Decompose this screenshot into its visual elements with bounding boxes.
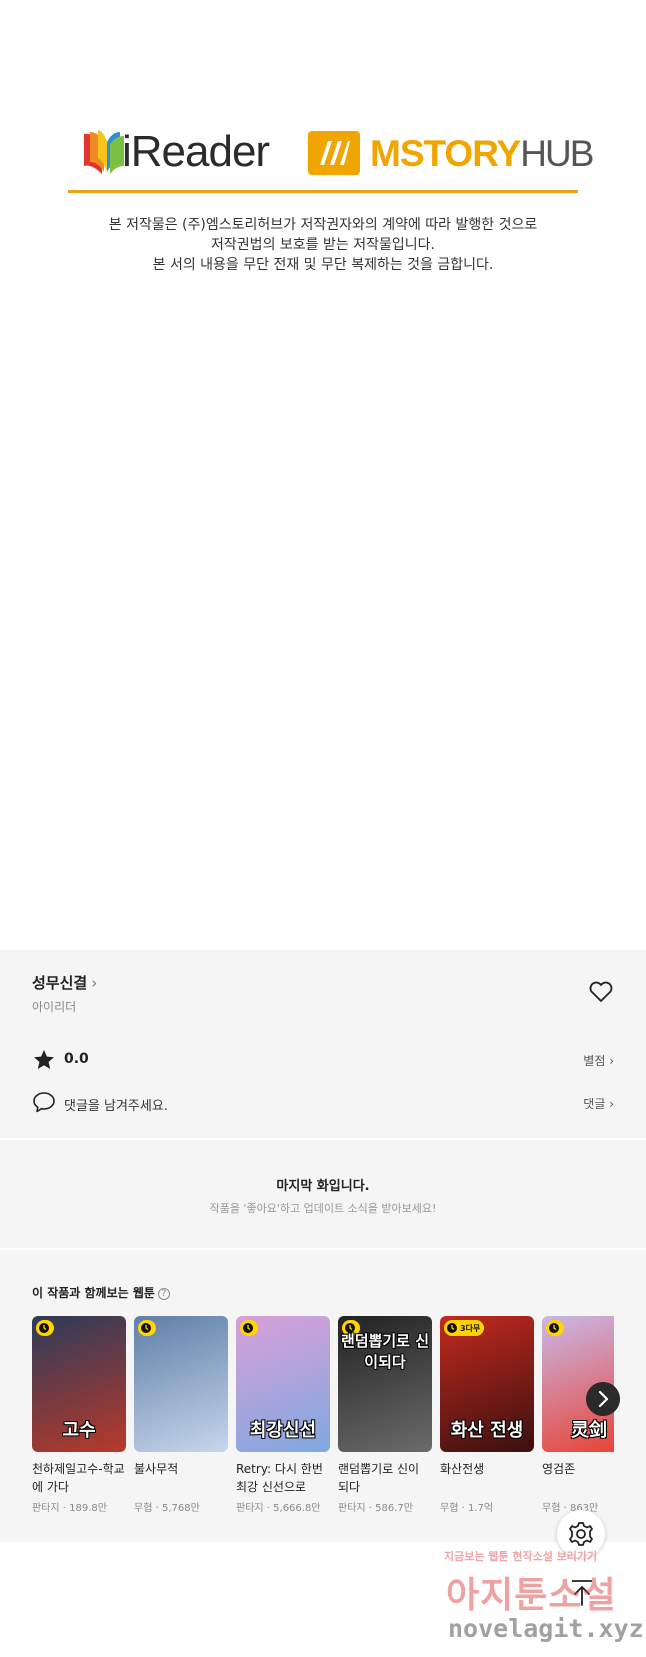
cover-title-art: 고수 [62,1420,96,1441]
rating-link[interactable]: 별점 › [583,1052,614,1069]
clock-icon [549,1323,559,1333]
recommendation-card[interactable]: 불사무적무협 · 5,768만 [134,1316,228,1514]
rating-row: 0.0 별점 › [32,1048,614,1072]
card-meta: 무협 · 5,768만 [134,1499,228,1514]
notice-line: 본 저작물은 (주)엠스토리허브가 저작권자와의 계약에 따라 발행한 것으로 [108,217,538,233]
recommendations-section: 이 작품과 함께보는 웹툰? 고수천하제일고수-학교에 가다판타지 · 189.… [0,1250,646,1542]
card-title: 천하제일고수-학교에 가다 [32,1462,125,1494]
watermark-caption: 지금보는 웹툰 현작소설 보러가기 [444,1550,598,1563]
watermark-title: 아지툰소설 [446,1575,617,1616]
recommendation-card[interactable]: 최강신선 Retry: 다시 한번 최강 신선으로판타지 · 5,666.8만 [236,1316,330,1514]
author-name: 아이리더 [32,1000,77,1014]
chevron-right-icon[interactable] [586,1382,620,1416]
meta-separator: · [59,1503,70,1514]
comment-placeholder: 댓글을 남겨주세요. [64,1099,168,1114]
ireader-logo-text: iReader [122,127,270,176]
chevron-right-icon: › [91,974,98,992]
wait-free-badge [138,1320,156,1336]
badge-label: 3다무 [460,1323,481,1333]
meta-separator: · [365,1503,376,1514]
cover-title-art: 랜덤뽑기로 신이되다 [340,1332,430,1371]
publisher-logos: iReader MSTORYHUB [0,125,646,185]
card-genre: 판타지 [338,1503,366,1514]
last-episode-notice: 마지막 화입니다. 작품을 '좋아요'하고 업데이트 소식을 받아보세요! [0,1140,646,1248]
card-title: 영검존 [542,1462,576,1476]
series-title: 성무신결 [32,974,88,992]
card-meta: 판타지 · 5,666.8만 [236,1499,330,1514]
card-views: 1.7억 [467,1503,494,1514]
clock-icon [243,1323,253,1333]
meta-separator: · [458,1503,468,1514]
watermark-url: novelagit.xyz [448,1614,644,1643]
speech-bubble-icon [33,1092,55,1113]
rating-value: 0.0 [64,1051,89,1067]
clock-icon [447,1323,457,1333]
card-title: 화산전생 [440,1462,485,1476]
card-genre: 판타지 [32,1503,60,1514]
wait-free-badge [240,1320,258,1336]
cover-thumbnail: 고수 [32,1316,126,1452]
heart-icon[interactable] [588,980,614,1004]
card-meta: 판타지 · 189.8만 [32,1499,126,1514]
star-icon [34,1050,54,1069]
last-episode-subtitle: 작품을 '좋아요'하고 업데이트 소식을 받아보세요! [209,1202,437,1215]
help-icon[interactable]: ? [157,1287,170,1300]
recommendation-card[interactable]: 랜덤뽑기로 신이되다랜덤뽑기로 신이 되다판타지 · 586.7만 [338,1316,432,1514]
mstory-logo-icon [308,131,360,175]
card-meta: 무협 · 1.7억 [440,1499,534,1514]
episode-info-section: 성무신결 › 아이리더 0.0 별점 › 댓글을 남겨주세요. 댓글 › [0,950,646,1138]
card-genre: 무협 [134,1503,153,1514]
recommendation-carousel: 고수 천하제일고수-학교에 가다 판타지 · 189.8만 불사무적 무협 · 5,76… [32,1316,614,1536]
card-views: 586.7만 [375,1503,413,1514]
cover-thumbnail: 랜덤뽑기로 신이되다 [338,1316,432,1452]
wait-free-badge [36,1320,54,1336]
series-title-link[interactable]: 성무신결 › [32,972,97,993]
recommendations-title: 이 작품과 함께보는 웹툰? [32,1284,170,1301]
notice-line: 저작권법의 보호를 받는 저작물입니다. [211,237,435,253]
cover-title-art: 최강신선 [249,1420,317,1441]
copyright-notice: 본 저작물은 (주)엠스토리허브가 저작권자와의 계약에 따라 발행한 것으로 … [0,215,646,275]
card-meta: 판타지 · 586.7만 [338,1499,432,1514]
comment-row[interactable]: 댓글을 남겨주세요. 댓글 › [32,1091,614,1115]
notice-line: 본 서의 내용을 무단 전재 및 무단 복제하는 것을 금합니다. [152,257,494,273]
last-episode-title: 마지막 화입니다. [276,1179,370,1194]
card-genre: 무협 [440,1503,459,1514]
recommendation-card[interactable]: 고수천하제일고수-학교에 가다판타지 · 189.8만 [32,1316,126,1514]
cover-title-art: 灵剑 [571,1420,607,1441]
copyright-banner: iReader MSTORYHUB 본 저작물은 (주)엠스토리허브가 저작권자… [0,0,646,950]
cover-thumbnail [134,1316,228,1452]
meta-separator: · [152,1503,162,1514]
card-views: 189.8만 [69,1503,107,1514]
ireader-book-icon [84,130,124,174]
wait-free-badge: 3다무 [444,1320,485,1336]
mstory-logo-text: MSTORYHUB [370,133,594,174]
cover-thumbnail: 최강신선 [236,1316,330,1452]
card-genre: 판타지 [236,1503,264,1514]
recommendations-title-text: 이 작품과 함께보는 웹툰 [32,1286,155,1300]
comment-link[interactable]: 댓글 › [583,1095,614,1112]
card-views: 5,666.8만 [273,1503,321,1514]
card-title: 불사무적 [134,1462,179,1476]
wait-free-badge [546,1320,564,1336]
cover-thumbnail: 3다무화산 전생 [440,1316,534,1452]
card-views: 5,768만 [161,1503,200,1514]
card-title: 랜덤뽑기로 신이 되다 [338,1462,420,1494]
divider-line [68,190,578,193]
meta-separator: · [263,1503,274,1514]
cover-title-art: 화산 전생 [450,1420,524,1441]
card-title: Retry: 다시 한번 최강 신선으로 [236,1462,323,1494]
recommendation-card[interactable]: 3다무화산 전생화산전생무협 · 1.7억 [440,1316,534,1514]
clock-icon [141,1323,151,1333]
clock-icon [39,1323,49,1333]
